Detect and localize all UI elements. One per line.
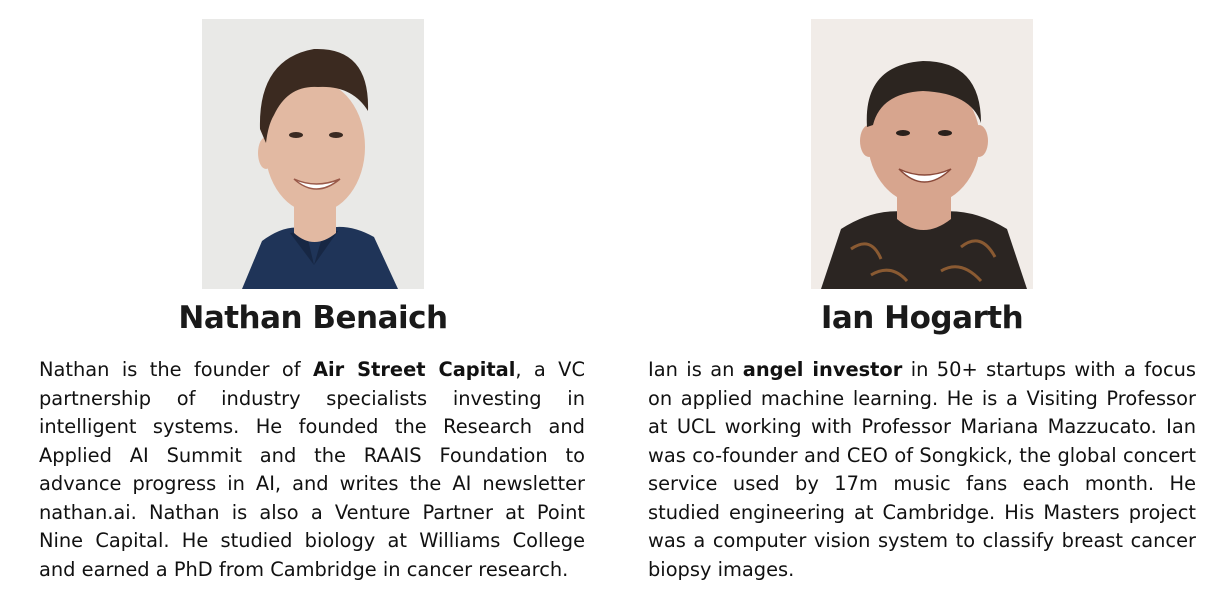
bio-text: , a VC partnership of industry specialis… — [39, 358, 585, 581]
portrait-image — [202, 19, 424, 289]
portrait-image — [811, 19, 1033, 289]
person-name: Nathan Benaich — [178, 300, 448, 336]
bio-text: Nathan is the founder of — [39, 358, 313, 381]
person-name: Ian Hogarth — [820, 300, 1024, 336]
person-bio: Ian is an angel investor in 50+ startups… — [648, 356, 1196, 584]
person-bio: Nathan is the founder of Air Street Capi… — [39, 356, 585, 584]
portrait-photo-nathan-benaich — [202, 19, 424, 289]
bio-highlight: angel investor — [742, 358, 903, 381]
bio-text: Ian is an — [648, 358, 743, 381]
bio-text: in 50+ startups with a focus on applied … — [648, 358, 1197, 581]
portrait-photo-ian-hogarth — [811, 19, 1033, 289]
bio-highlight: Air Street Capital — [312, 358, 516, 381]
